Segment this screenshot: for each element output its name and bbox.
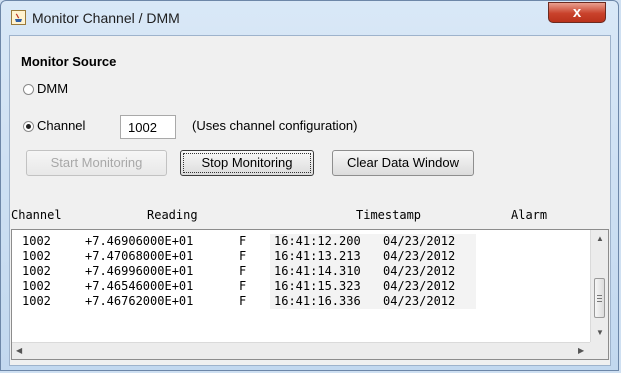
cell-channel: 1002 — [22, 234, 51, 248]
close-button[interactable]: x — [548, 2, 606, 23]
clear-data-window-button[interactable]: Clear Data Window — [332, 150, 474, 176]
cell-channel: 1002 — [22, 249, 51, 263]
arrow-left-icon[interactable]: ◀ — [16, 346, 22, 355]
arrow-up-icon[interactable]: ▲ — [596, 234, 604, 243]
close-icon: x — [572, 4, 582, 21]
channel-radio[interactable] — [23, 121, 34, 132]
dmm-radio-label[interactable]: DMM — [37, 81, 68, 96]
scrollbar-corner — [590, 342, 608, 359]
channel-note: (Uses channel configuration) — [192, 118, 358, 133]
table-row[interactable]: 1002 +7.47068000E+01 F 16:41:13.213 04/23/20… — [12, 249, 582, 264]
column-header-timestamp: Timestamp — [356, 208, 422, 222]
stop-monitoring-button[interactable]: Stop Monitoring — [180, 150, 314, 176]
start-monitoring-button[interactable]: Start Monitoring — [26, 150, 167, 176]
table-row[interactable]: 1002 +7.46996000E+01 F 16:41:14.310 04/23/20… — [12, 264, 582, 279]
channel-number-input[interactable] — [120, 115, 176, 139]
vertical-scrollbar[interactable]: ▲ ▼ — [590, 230, 608, 342]
cell-date: 04/23/2012 — [383, 294, 456, 308]
monitor-source-title: Monitor Source — [21, 54, 117, 69]
window-title: Monitor Channel / DMM — [32, 10, 180, 26]
cell-date: 04/23/2012 — [383, 234, 456, 248]
cell-unit: F — [239, 234, 247, 248]
cell-time: 16:41:16.336 — [274, 294, 361, 308]
cell-unit: F — [239, 294, 247, 308]
cell-unit: F — [239, 249, 247, 263]
table-row[interactable]: 1002 +7.46762000E+01 F 16:41:16.336 04/23/20… — [12, 294, 582, 309]
cell-reading: +7.46996000E+01 — [85, 264, 194, 278]
cell-reading: +7.47068000E+01 — [85, 249, 194, 263]
cell-channel: 1002 — [22, 264, 51, 278]
cell-unit: F — [239, 264, 247, 278]
arrow-down-icon[interactable]: ▼ — [596, 328, 604, 337]
table-row[interactable]: 1002 +7.46546000E+01 F 16:41:15.323 04/23/20… — [12, 279, 582, 294]
horizontal-scrollbar[interactable]: ◀ ▶ — [12, 342, 590, 359]
cell-channel: 1002 — [22, 294, 51, 308]
cell-reading: +7.46906000E+01 — [85, 234, 194, 248]
dmm-radio[interactable] — [23, 84, 34, 95]
cell-time: 16:41:13.213 — [274, 249, 361, 263]
title-bar[interactable]: Monitor Channel / DMM x — [1, 1, 618, 35]
cell-channel: 1002 — [22, 279, 51, 293]
cell-reading: +7.46546000E+01 — [85, 279, 194, 293]
column-header-reading: Reading — [147, 208, 198, 222]
cell-date: 04/23/2012 — [383, 249, 456, 263]
java-app-icon — [11, 10, 26, 25]
vertical-scroll-thumb[interactable] — [594, 278, 605, 318]
cell-time: 16:41:12.200 — [274, 234, 361, 248]
monitor-channel-window: Monitor Channel / DMM x Monitor Source D… — [0, 0, 619, 371]
cell-time: 16:41:14.310 — [274, 264, 361, 278]
cell-unit: F — [239, 279, 247, 293]
column-header-alarm: Alarm — [511, 208, 548, 222]
cell-time: 16:41:15.323 — [274, 279, 361, 293]
client-area: Monitor Source DMM Channel (Uses channel… — [9, 35, 611, 366]
arrow-right-icon[interactable]: ▶ — [578, 346, 584, 355]
cell-date: 04/23/2012 — [383, 264, 456, 278]
data-list[interactable]: 1002 +7.46906000E+01 F 16:41:12.200 04/23/20… — [11, 229, 609, 360]
cell-date: 04/23/2012 — [383, 279, 456, 293]
table-row[interactable]: 1002 +7.46906000E+01 F 16:41:12.200 04/23/20… — [12, 234, 582, 249]
cell-reading: +7.46762000E+01 — [85, 294, 194, 308]
channel-radio-label[interactable]: Channel — [37, 118, 85, 133]
column-header-channel: Channel — [11, 208, 62, 222]
